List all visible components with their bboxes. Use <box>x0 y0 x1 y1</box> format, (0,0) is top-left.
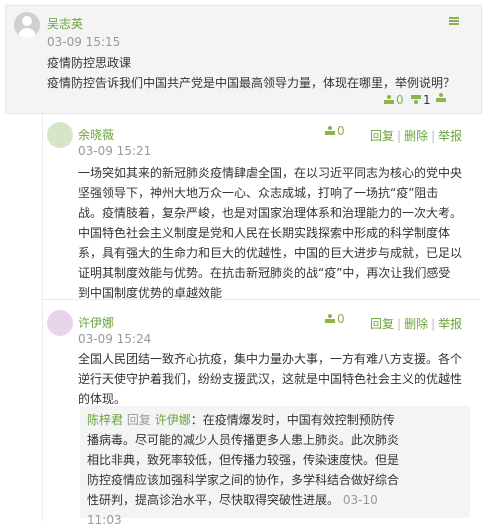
reply-date: 03-10 <box>342 493 378 507</box>
comment-date: 03-09 15:21 <box>78 144 152 158</box>
delete-link[interactable]: 删除 <box>404 129 428 143</box>
post-dislike[interactable]: 1 <box>411 93 431 107</box>
post-up-count: 0 <box>396 93 404 107</box>
reply-time: 11:03 <box>87 513 122 527</box>
comment-body: 一场突如其来的新冠肺炎疫情肆虐全国，在以习近平同志为核心的党中央 坚强领导下，神… <box>78 166 463 300</box>
comment-author[interactable]: 余晓薇 <box>78 126 114 143</box>
reply-word: 回复 <box>126 413 151 427</box>
thumb-up-icon <box>384 95 394 105</box>
reply-author[interactable]: 陈梓君 <box>87 413 123 427</box>
post-date: 03-09 15:15 <box>47 35 121 49</box>
comment-up-count: 0 <box>337 124 345 138</box>
report-link[interactable]: 举报 <box>438 129 462 143</box>
post-like[interactable]: 0 <box>384 93 404 107</box>
comment-date: 03-09 15:24 <box>78 332 152 346</box>
comment-like[interactable]: 0 <box>325 124 345 138</box>
reply-body: 陈梓君 回复 许伊娜：在疫情爆发时，中国有效控制预防传 播病毒。尽可能的减少人员… <box>87 410 467 530</box>
comment-item: 余晓薇 03-09 15:21 0 回复 | 删除 | 举报 一场突如其来的新冠肺炎疫情… <box>42 117 480 300</box>
comment-like[interactable]: 0 <box>325 312 345 326</box>
post-down-count: 1 <box>423 93 431 107</box>
menu-icon[interactable] <box>449 17 459 25</box>
original-post: 吴志英 03-09 15:15 疫情防控思政课 疫情防控告诉我们中国共产党是中国… <box>5 5 482 114</box>
post-more[interactable] <box>436 93 446 103</box>
thumb-up-icon <box>436 93 446 103</box>
comment-up-count: 0 <box>337 312 345 326</box>
user-avatar-icon[interactable] <box>47 310 73 336</box>
reply-link[interactable]: 回复 <box>370 317 394 331</box>
comment-author[interactable]: 许伊娜 <box>78 314 114 331</box>
delete-link[interactable]: 删除 <box>404 317 428 331</box>
comment-body: 全国人民团结一致齐心抗疫，集中力量办大事，一方有难八方支援。各个 逆行天使守护着… <box>78 352 463 406</box>
discussion-thread: 吴志英 03-09 15:15 疫情防控思政课 疫情防控告诉我们中国共产党是中国… <box>0 0 491 527</box>
comment-actions: 回复 | 删除 | 举报 <box>370 129 463 143</box>
post-question: 疫情防控告诉我们中国共产党是中国最高领导力量，体现在哪里，举例说明？ <box>47 76 456 90</box>
user-avatar-icon[interactable] <box>47 122 73 148</box>
comment-actions: 回复 | 删除 | 举报 <box>370 317 463 331</box>
thumb-down-icon <box>411 95 421 105</box>
reply-link[interactable]: 回复 <box>370 129 394 143</box>
report-link[interactable]: 举报 <box>438 317 462 331</box>
thumb-up-icon <box>325 314 335 324</box>
thumb-up-icon <box>325 126 335 136</box>
user-avatar-icon[interactable] <box>14 12 40 38</box>
post-author[interactable]: 吴志英 <box>47 15 83 32</box>
nested-reply: 陈梓君 回复 许伊娜：在疫情爆发时，中国有效控制预防传 播病毒。尽可能的减少人员… <box>80 406 470 527</box>
reply-target[interactable]: 许伊娜 <box>155 413 191 427</box>
post-title: 疫情防控思政课 <box>47 56 132 70</box>
